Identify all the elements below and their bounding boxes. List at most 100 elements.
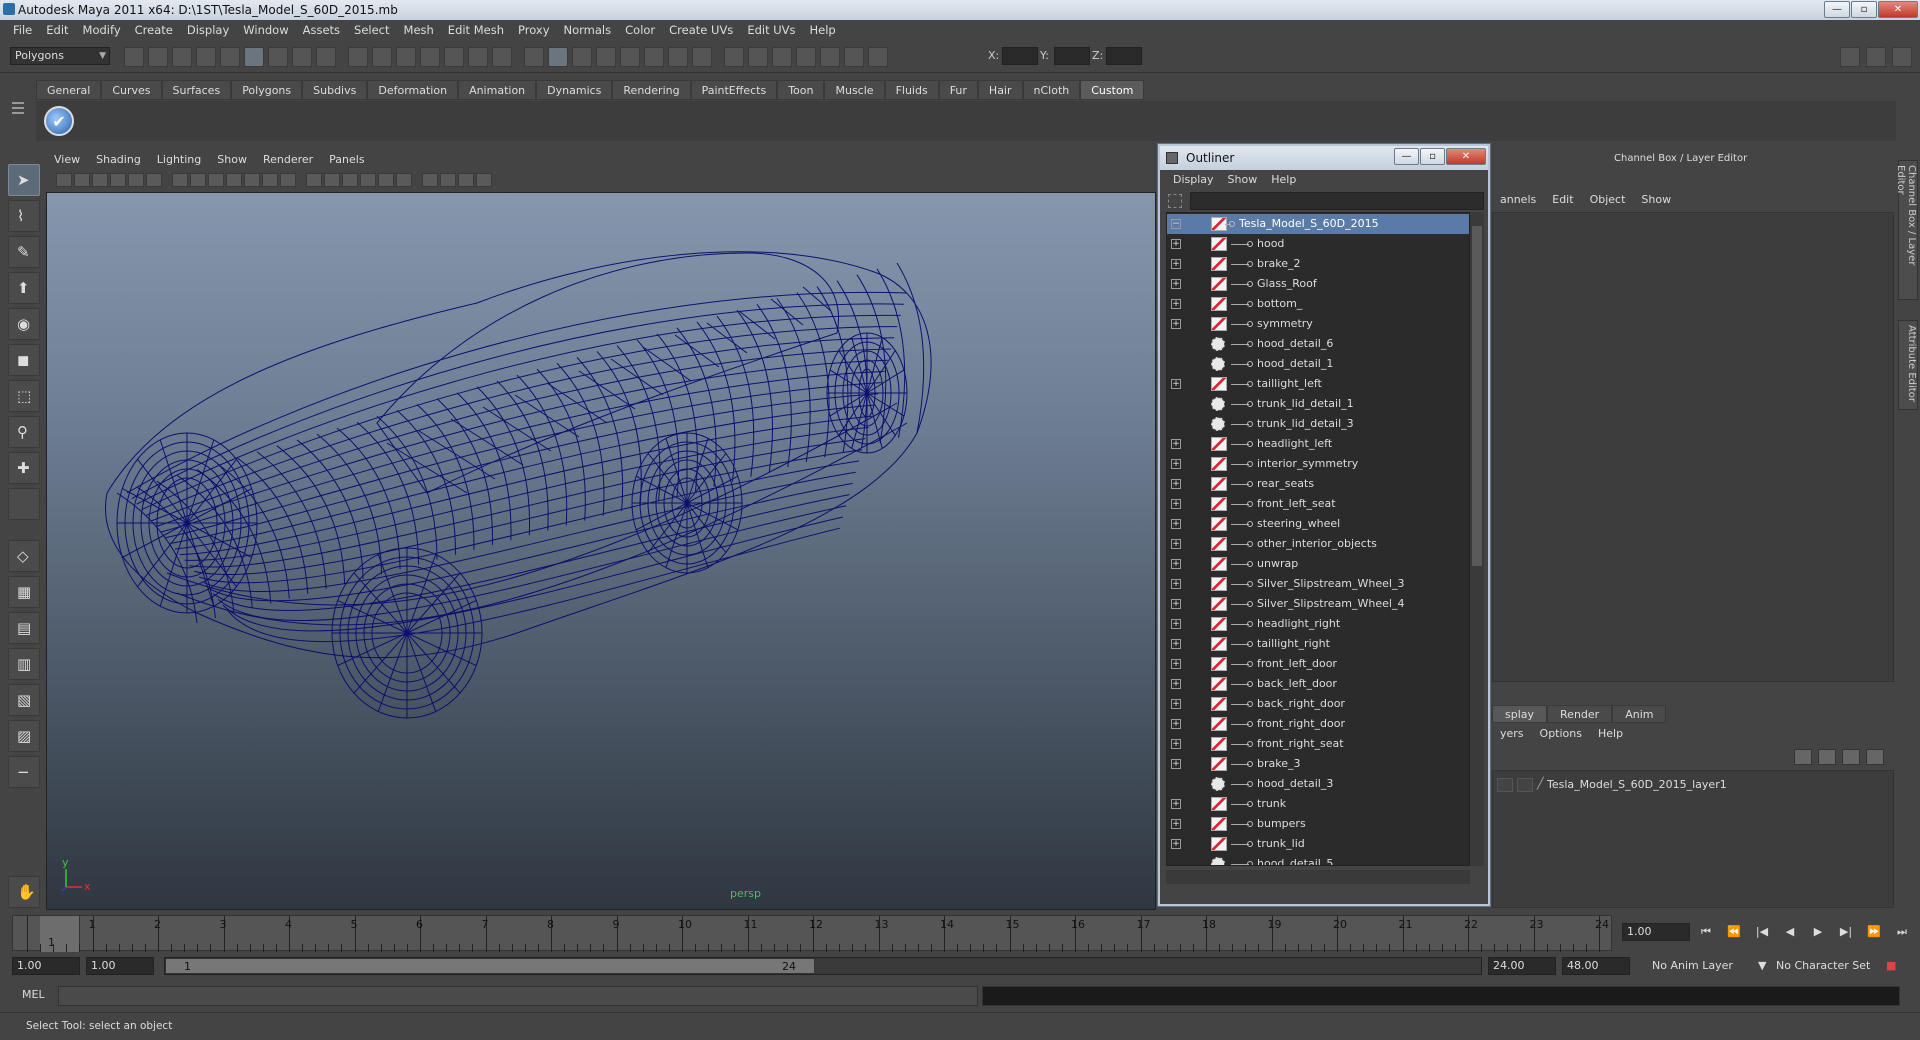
expand-icon[interactable]: + xyxy=(1171,519,1181,529)
2d-pan-zoom-icon[interactable] xyxy=(128,173,144,187)
viewport-menu-lighting[interactable]: Lighting xyxy=(149,151,209,169)
perspective-viewport[interactable] xyxy=(46,192,1156,910)
outliner-item[interactable]: + back_right_door xyxy=(1167,694,1469,714)
step-back-frame-icon[interactable]: |◀ xyxy=(1752,924,1772,940)
outliner-item[interactable]: hood_detail_1 xyxy=(1167,354,1469,374)
snap-grid-icon[interactable] xyxy=(268,47,288,67)
outliner-item[interactable]: + symmetry xyxy=(1167,314,1469,334)
shelf-tab-muscle[interactable]: Muscle xyxy=(824,80,885,100)
expand-icon[interactable]: + xyxy=(1171,279,1181,289)
hypershade-layout-icon[interactable]: ▧ xyxy=(8,684,40,716)
outliner-item[interactable]: + hood xyxy=(1167,234,1469,254)
outliner-item[interactable]: + other_interior_objects xyxy=(1167,534,1469,554)
bookmarks-icon[interactable] xyxy=(92,173,108,187)
move-tool-icon[interactable]: ⬆ xyxy=(8,272,40,304)
select-by-hierarchy-icon[interactable] xyxy=(196,47,216,67)
layer-color-icon[interactable]: ╱ xyxy=(1537,777,1544,790)
expand-icon[interactable]: + xyxy=(1171,499,1181,509)
hand-tool-icon[interactable]: ✋ xyxy=(8,876,40,908)
paint-select-tool-icon[interactable]: ✎ xyxy=(8,236,40,268)
shelf-tab-custom[interactable]: Custom xyxy=(1080,80,1145,100)
expand-icon[interactable]: + xyxy=(1171,799,1181,809)
go-to-start-icon[interactable]: ⏮ xyxy=(1696,924,1716,940)
shelf-tab-subdivs[interactable]: Subdivs xyxy=(302,80,368,100)
transform-icon[interactable] xyxy=(692,47,712,67)
wireframe-icon[interactable] xyxy=(306,173,322,187)
outliner-menu-show[interactable]: Show xyxy=(1221,171,1265,189)
smooth-shade-icon[interactable] xyxy=(324,173,340,187)
shelf-tab-curves[interactable]: Curves xyxy=(101,80,162,100)
outliner-item[interactable]: trunk_lid_detail_3 xyxy=(1167,414,1469,434)
field-chart-icon[interactable] xyxy=(244,173,260,187)
persp-outliner-layout-icon[interactable]: ▤ xyxy=(8,612,40,644)
outliner-item[interactable]: + unwrap xyxy=(1167,554,1469,574)
expand-icon[interactable]: + xyxy=(1171,579,1181,589)
z-field[interactable] xyxy=(1106,47,1142,65)
outliner-item[interactable]: hood_detail_3 xyxy=(1167,774,1469,794)
render-settings-icon[interactable] xyxy=(444,47,464,67)
anim-start-field[interactable]: 1.00 xyxy=(12,957,80,975)
ipr-icon[interactable] xyxy=(772,47,792,67)
outliner-item[interactable]: + brake_2 xyxy=(1167,254,1469,274)
toggle-layout-icon[interactable] xyxy=(1866,47,1886,67)
channel-box-menu-show[interactable]: Show xyxy=(1633,193,1679,206)
y-field[interactable] xyxy=(1054,47,1090,65)
outliner-item[interactable]: + Silver_Slipstream_Wheel_3 xyxy=(1167,574,1469,594)
select-by-component-icon[interactable] xyxy=(244,47,264,67)
layer-visibility-toggle[interactable] xyxy=(1497,778,1513,792)
outliner-item[interactable]: + headlight_right xyxy=(1167,614,1469,634)
tab-attribute-editor[interactable]: Attribute Editor xyxy=(1898,320,1918,410)
outliner-item[interactable]: + bumpers xyxy=(1167,814,1469,834)
outliner-item[interactable]: + headlight_left xyxy=(1167,434,1469,454)
outliner-item[interactable]: + back_left_door xyxy=(1167,674,1469,694)
four-view-layout-icon[interactable]: ▦ xyxy=(8,576,40,608)
expand-icon[interactable]: + xyxy=(1171,639,1181,649)
select-mode-icon[interactable] xyxy=(844,47,864,67)
new-layer-from-selected-icon[interactable] xyxy=(1866,749,1884,765)
layer-menu-layers[interactable]: yers xyxy=(1492,727,1532,740)
gate-mask-icon[interactable] xyxy=(226,173,242,187)
menu-assets[interactable]: Assets xyxy=(296,23,347,37)
expand-icon[interactable]: + xyxy=(1171,739,1181,749)
move-layer-up-icon[interactable] xyxy=(1794,749,1812,765)
menu-edit-mesh[interactable]: Edit Mesh xyxy=(441,23,511,37)
toggle-panel-icon[interactable] xyxy=(1840,47,1860,67)
outliner-close-button[interactable]: ✕ xyxy=(1446,148,1486,165)
step-forward-key-icon[interactable]: ⏩ xyxy=(1864,924,1884,940)
image-plane-icon[interactable] xyxy=(110,173,126,187)
show-manip-tool-icon[interactable]: ✚ xyxy=(8,452,40,484)
range-slider[interactable]: 1 24 xyxy=(164,957,1482,975)
maximize-button[interactable]: ▫ xyxy=(1851,1,1877,18)
go-to-end-icon[interactable]: ⏭ xyxy=(1892,924,1912,940)
filter-icon[interactable] xyxy=(1168,194,1182,208)
toggle-channelbox-icon[interactable] xyxy=(1892,47,1912,67)
construction-history-icon[interactable] xyxy=(524,47,544,67)
shelf-tab-fluids[interactable]: Fluids xyxy=(884,80,939,100)
lasso-tool-icon[interactable]: ⌇ xyxy=(8,200,40,232)
time-slider[interactable]: 1 1 2 3 4 5 6 7 8 9 10 11 12 13 14 15 16 17 18 19 20 21 22 23 2… xyxy=(12,915,1612,952)
expand-icon[interactable]: + xyxy=(1171,819,1181,829)
safe-title-icon[interactable] xyxy=(280,173,296,187)
xray-icon[interactable] xyxy=(440,173,456,187)
menu-normals[interactable]: Normals xyxy=(557,23,619,37)
mel-label[interactable]: MEL xyxy=(22,988,45,1001)
range-handle[interactable]: 1 24 xyxy=(165,958,815,974)
anim-layer-dropdown[interactable]: No Anim Layer xyxy=(1652,957,1733,975)
outliner-horizontal-scrollbar[interactable] xyxy=(1166,870,1470,884)
resolution-gate-icon[interactable] xyxy=(208,173,224,187)
shelf-tab-deformation[interactable]: Deformation xyxy=(367,80,459,100)
outliner-item[interactable]: + taillight_left xyxy=(1167,374,1469,394)
new-scene-icon[interactable] xyxy=(124,47,144,67)
expand-icon[interactable]: + xyxy=(1171,439,1181,449)
menu-proxy[interactable]: Proxy xyxy=(511,23,557,37)
lock-icon[interactable] xyxy=(596,47,616,67)
select-highlight-icon[interactable] xyxy=(620,47,640,67)
expand-icon[interactable]: + xyxy=(1171,459,1181,469)
viewport-menu-view[interactable]: View xyxy=(46,151,88,169)
viewport-menu-panels[interactable]: Panels xyxy=(321,151,372,169)
shelf-tab-surfaces[interactable]: Surfaces xyxy=(161,80,232,100)
expand-icon[interactable]: + xyxy=(1171,659,1181,669)
close-button[interactable]: ✕ xyxy=(1878,1,1918,18)
outliner-vertical-scrollbar[interactable] xyxy=(1470,212,1484,866)
current-frame-marker[interactable]: 1 xyxy=(40,916,80,952)
